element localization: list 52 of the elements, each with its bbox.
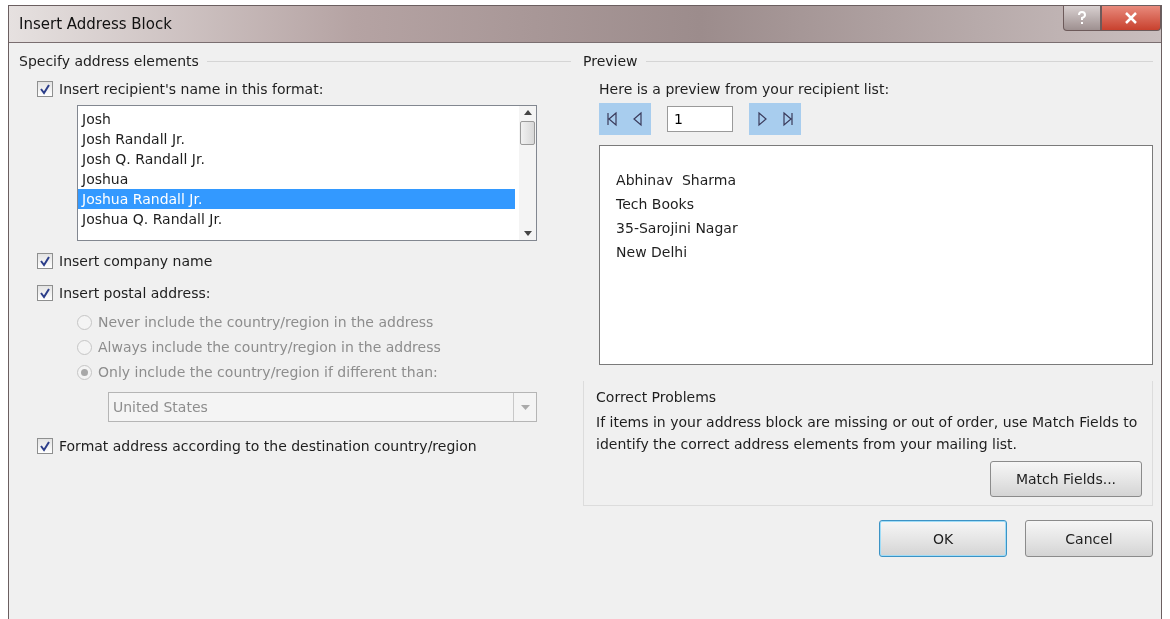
dropdown-arrow-icon (520, 404, 530, 410)
checkmark-icon (40, 440, 50, 452)
radio-label: Never include the country/region in the address (98, 314, 434, 330)
checkbox-label: Insert company name (59, 253, 213, 269)
checkbox[interactable] (37, 438, 53, 454)
radio-label: Only include the country/region if different than: (98, 364, 438, 380)
scroll-thumb[interactable] (520, 121, 535, 145)
address-line: Tech Books (616, 195, 695, 214)
last-record-icon (783, 111, 794, 127)
next-record-icon (757, 111, 768, 127)
checkmark-icon (40, 83, 50, 95)
checkbox[interactable] (37, 253, 53, 269)
address-line: 35-Sarojini Nagar (616, 219, 739, 238)
help-icon (1077, 11, 1087, 25)
radio-label: Always include the country/region in the address (98, 339, 441, 355)
close-button[interactable] (1101, 6, 1161, 31)
scroll-down-icon (523, 231, 532, 236)
scroll-up-icon (523, 110, 532, 115)
match-fields-button[interactable]: Match Fields... (990, 461, 1142, 497)
list-item[interactable]: Joshua Q. Randall Jr. (78, 209, 515, 229)
group-title: Correct Problems (596, 389, 718, 405)
name-format-list[interactable]: Josh Josh Randall Jr. Josh Q. Randall Jr. Joshua Joshua Randall Jr. Joshua Q. Randall Jr. (77, 105, 537, 241)
first-record-button[interactable] (599, 103, 626, 135)
window-title: Insert Address Block (19, 15, 172, 33)
address-line: Abhinav Sharma (616, 171, 737, 190)
list-item[interactable]: Josh Randall Jr. (78, 129, 515, 149)
previous-record-icon (633, 111, 644, 127)
help-button[interactable] (1063, 6, 1101, 31)
close-icon (1124, 12, 1138, 24)
checkbox-label: Insert postal address: (59, 285, 211, 301)
next-record-button[interactable] (749, 103, 776, 135)
preview-caption: Here is a preview from your recipient list: (599, 81, 891, 97)
record-number-field[interactable]: 1 (667, 106, 734, 132)
checkmark-icon (40, 255, 50, 267)
address-line: New Delhi (616, 243, 689, 262)
list-item[interactable]: Joshua (78, 169, 515, 189)
checkbox[interactable] (37, 285, 53, 301)
checkbox-label: Insert recipient's name in this format: (59, 81, 324, 97)
list-item[interactable]: Josh (78, 109, 515, 129)
previous-record-button[interactable] (625, 103, 652, 135)
list-item[interactable]: Josh Q. Randall Jr. (78, 149, 515, 169)
checkbox-label: Format address according to the destination country/region (59, 438, 477, 454)
first-record-icon (607, 111, 618, 127)
group-title: Preview (583, 53, 638, 69)
dialog-button[interactable]: Cancel (1025, 520, 1153, 557)
checkmark-icon (40, 287, 50, 299)
group-title: Specify address elements (19, 53, 199, 69)
checkbox[interactable] (37, 81, 53, 97)
last-record-button[interactable] (775, 103, 802, 135)
help-text: If items in your address block are missing or out of order, use Match Fields to identify the correct address elements from your mailing list. (596, 413, 1139, 454)
dialog-button[interactable]: OK (879, 520, 1007, 557)
scrollbar[interactable] (519, 106, 536, 240)
